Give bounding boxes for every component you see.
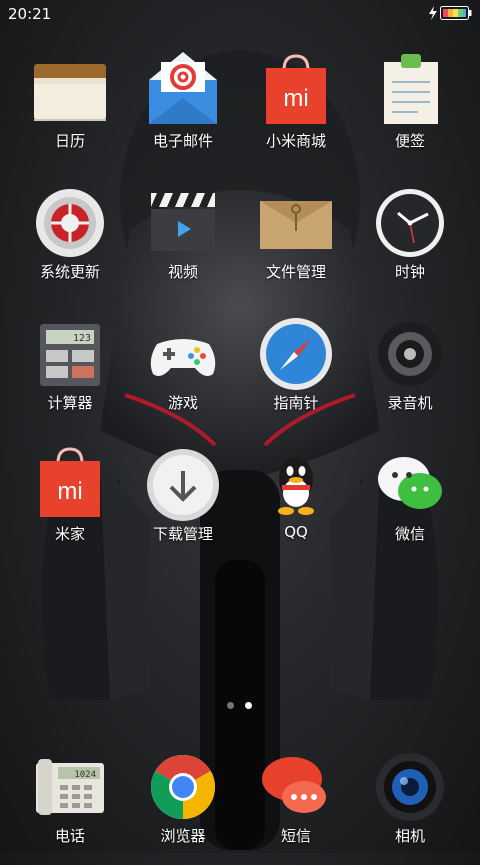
calculator-icon: 123 bbox=[40, 324, 100, 386]
download-icon bbox=[147, 449, 219, 521]
app-label: 浏览器 bbox=[160, 827, 206, 845]
app-email[interactable]: 电子邮件 bbox=[123, 40, 243, 170]
app-label: 游戏 bbox=[167, 394, 198, 412]
svg-text:123: 123 bbox=[73, 333, 91, 344]
app-calculator[interactable]: 123 计算器 bbox=[10, 302, 130, 432]
messages-icon bbox=[262, 757, 326, 813]
app-messages[interactable]: 短信 bbox=[236, 735, 356, 865]
app-label: 计算器 bbox=[47, 394, 93, 412]
app-label: 短信 bbox=[280, 827, 311, 845]
app-video[interactable]: 视频 bbox=[123, 171, 243, 301]
app-phone[interactable]: 1024 电话 bbox=[10, 735, 130, 865]
app-games[interactable]: 游戏 bbox=[123, 302, 243, 432]
svg-text:1024: 1024 bbox=[74, 770, 96, 780]
app-label: 微信 bbox=[394, 525, 425, 543]
qq-penguin-icon bbox=[278, 457, 314, 515]
notes-icon bbox=[384, 54, 438, 124]
file-manager-icon bbox=[260, 201, 332, 249]
app-label: 电子邮件 bbox=[152, 132, 213, 150]
dock: 1024 电话 浏览器 短信 相机 bbox=[0, 735, 480, 853]
app-camera[interactable]: 相机 bbox=[350, 735, 470, 865]
browser-icon bbox=[151, 755, 215, 819]
calendar-icon bbox=[34, 64, 106, 121]
app-label: 系统更新 bbox=[39, 263, 100, 281]
page-dot-2-active[interactable] bbox=[245, 702, 252, 709]
app-label: 相机 bbox=[394, 827, 425, 845]
email-icon bbox=[149, 52, 217, 124]
app-notes[interactable]: 便签 bbox=[350, 40, 470, 170]
status-bar: 20:21 bbox=[0, 0, 480, 28]
wechat-icon bbox=[378, 457, 442, 509]
app-label: 小米商城 bbox=[265, 132, 326, 150]
app-wechat[interactable]: 微信 bbox=[350, 433, 470, 563]
video-icon bbox=[151, 193, 215, 251]
battery-icon bbox=[440, 6, 472, 20]
app-mijia[interactable]: mi 米家 bbox=[10, 433, 130, 563]
system-update-icon bbox=[36, 189, 104, 257]
app-label: 文件管理 bbox=[265, 263, 326, 281]
app-label: 录音机 bbox=[387, 394, 433, 412]
camera-icon bbox=[376, 753, 444, 821]
app-label: 米家 bbox=[54, 525, 85, 543]
app-label: 便签 bbox=[394, 132, 425, 150]
app-label: 时钟 bbox=[394, 263, 425, 281]
gamepad-icon bbox=[150, 339, 216, 376]
phone-icon: 1024 bbox=[36, 759, 104, 815]
page-dot-1[interactable] bbox=[227, 702, 234, 709]
app-clock[interactable]: 时钟 bbox=[350, 171, 470, 301]
app-label: 日历 bbox=[54, 132, 85, 150]
status-time: 20:21 bbox=[8, 5, 52, 23]
svg-text:mi: mi bbox=[57, 478, 82, 505]
app-label: 电话 bbox=[54, 827, 85, 845]
app-download-manager[interactable]: 下载管理 bbox=[123, 433, 243, 563]
app-label: 下载管理 bbox=[152, 525, 213, 543]
app-mi-store[interactable]: mi 小米商城 bbox=[236, 40, 356, 170]
charging-bolt-icon bbox=[429, 6, 437, 20]
app-compass[interactable]: 指南针 bbox=[236, 302, 356, 432]
compass-icon bbox=[260, 318, 332, 390]
app-file-manager[interactable]: 文件管理 bbox=[236, 171, 356, 301]
recorder-icon bbox=[378, 322, 442, 386]
mi-store-icon: mi bbox=[266, 54, 326, 124]
app-calendar[interactable]: 日历 bbox=[10, 40, 130, 170]
mijia-icon: mi bbox=[40, 447, 100, 517]
app-browser[interactable]: 浏览器 bbox=[123, 735, 243, 865]
page-indicator bbox=[0, 700, 480, 712]
app-label: QQ bbox=[284, 523, 308, 541]
app-recorder[interactable]: 录音机 bbox=[350, 302, 470, 432]
svg-text:mi: mi bbox=[283, 85, 308, 112]
app-system-update[interactable]: 系统更新 bbox=[10, 171, 130, 301]
clock-icon bbox=[376, 189, 444, 257]
app-label: 视频 bbox=[167, 263, 198, 281]
app-label: 指南针 bbox=[273, 394, 319, 412]
app-qq[interactable]: QQ bbox=[236, 433, 356, 563]
